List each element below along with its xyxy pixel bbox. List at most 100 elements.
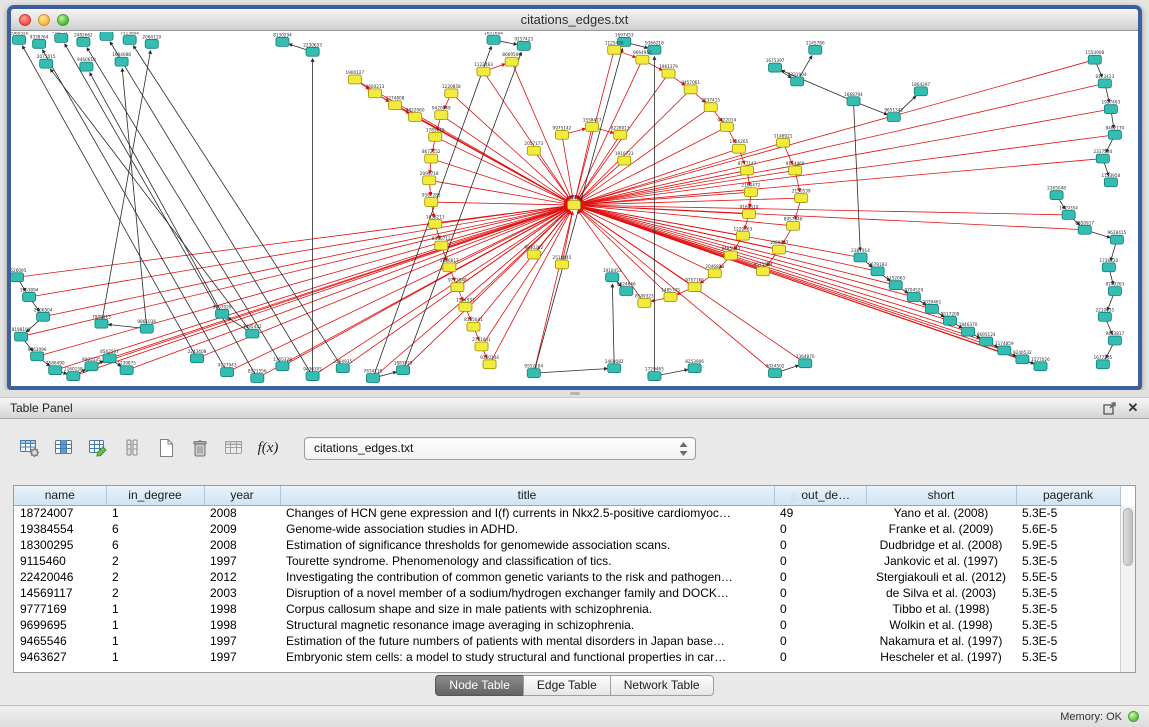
close-window-button[interactable] [19,14,31,26]
network-node[interactable] [348,75,361,84]
table-row[interactable]: 977716911998Corpus callosum shape and si… [14,601,1120,617]
table-vertical-scrollbar[interactable] [1120,506,1135,672]
cell-name[interactable]: 9699695 [14,617,106,633]
network-node[interactable] [708,269,721,278]
network-node[interactable] [505,57,518,66]
cell-title[interactable]: Estimation of the future numbers of pati… [280,633,774,649]
network-node[interactable] [1110,235,1123,244]
cell-out_de[interactable]: 0 [774,633,866,649]
network-node[interactable] [409,113,422,122]
network-node[interactable] [15,332,28,341]
network-node[interactable] [688,283,701,292]
tab-node-table[interactable]: Node Table [435,675,524,696]
network-node[interactable] [366,374,379,383]
network-node[interactable] [1108,287,1121,296]
network-canvas[interactable]: 2060550933876410574042482662810839075136… [11,32,1138,386]
network-node[interactable] [527,250,540,259]
cell-short[interactable]: Franke et al. (2009) [866,521,1016,537]
cell-title[interactable]: Structural magnetic resonance image aver… [280,617,774,633]
network-node[interactable] [80,62,93,71]
window-titlebar[interactable]: citations_edges.txt [11,9,1138,31]
network-node[interactable] [120,366,133,375]
cell-short[interactable]: Wolkin et al. (1998) [866,617,1016,633]
cell-out_de[interactable]: 0 [774,521,866,537]
float-panel-icon[interactable] [1101,400,1117,416]
network-node[interactable] [435,241,448,250]
network-node[interactable] [55,33,68,42]
cell-pagerank[interactable]: 5.3E-5 [1016,649,1120,665]
network-node[interactable] [246,329,259,338]
network-node[interactable] [787,221,800,230]
tab-network-table[interactable]: Network Table [610,675,714,696]
network-node[interactable] [423,176,436,185]
cell-in_degree[interactable]: 1 [106,649,204,665]
network-node[interactable] [586,122,599,131]
cell-short[interactable]: Yano et al. (2008) [866,505,1016,521]
network-node[interactable] [451,283,464,292]
column-header-out_de[interactable]: △out_de… [774,486,866,505]
cell-title[interactable]: Tourette syndrome. Phenomenology and cla… [280,553,774,569]
cell-out_de[interactable]: 0 [774,601,866,617]
network-node[interactable] [100,32,113,40]
delete-table-icon[interactable] [186,435,214,461]
cell-pagerank[interactable]: 5.3E-5 [1016,617,1120,633]
network-node[interactable] [887,113,900,122]
network-node[interactable] [1062,210,1075,219]
network-node[interactable] [847,97,860,106]
cell-year[interactable]: 2009 [204,521,280,537]
new-table-icon[interactable] [152,435,180,461]
network-node[interactable] [907,293,920,302]
network-node[interactable] [477,67,490,76]
table-row[interactable]: 2242004622012Investigating the contribut… [14,569,1120,585]
network-node[interactable] [517,41,530,50]
network-node[interactable] [740,166,753,175]
cell-year[interactable]: 1998 [204,617,280,633]
cell-name[interactable]: 9463627 [14,649,106,665]
network-node[interactable] [467,322,480,331]
network-node[interactable] [555,260,568,269]
cell-in_degree[interactable]: 1 [106,505,204,521]
network-node[interactable] [1034,362,1047,371]
network-node[interactable] [33,39,46,48]
network-node[interactable] [425,198,438,207]
network-node[interactable] [445,89,458,98]
network-node[interactable] [769,63,782,72]
cell-out_de[interactable]: 0 [774,553,866,569]
network-node[interactable] [429,219,442,228]
network-node[interactable] [662,69,675,78]
network-node[interactable] [67,372,80,381]
network-node[interactable] [769,369,782,378]
network-node[interactable] [799,359,812,368]
cell-year[interactable]: 2008 [204,537,280,553]
network-node[interactable] [795,194,808,203]
network-node[interactable] [1088,55,1101,64]
column-header-pagerank[interactable]: pagerank [1016,486,1120,505]
network-node[interactable] [40,59,53,68]
network-node[interactable] [1104,178,1117,187]
network-node[interactable] [791,77,804,86]
network-hub-node[interactable] [567,201,580,210]
network-node[interactable] [962,327,975,336]
cell-year[interactable]: 1997 [204,633,280,649]
cell-out_de[interactable]: 0 [774,585,866,601]
cell-short[interactable]: Tibbo et al. (1998) [866,601,1016,617]
network-node[interactable] [777,138,790,147]
network-node[interactable] [704,103,717,112]
cell-out_de[interactable]: 0 [774,617,866,633]
cell-short[interactable]: de Silva et al. (2003) [866,585,1016,601]
network-node[interactable] [854,253,867,262]
network-node[interactable] [998,346,1011,355]
zoom-window-button[interactable] [57,14,69,26]
table-row[interactable]: 1456911722003Disruption of a novel membe… [14,585,1120,601]
network-node[interactable] [221,368,234,377]
network-node[interactable] [389,101,402,110]
edit-table-icon[interactable] [84,435,112,461]
network-node[interactable] [23,293,36,302]
cell-out_de[interactable]: 0 [774,537,866,553]
network-node[interactable] [1098,312,1111,321]
network-node[interactable] [1078,225,1091,234]
cell-in_degree[interactable]: 2 [106,569,204,585]
splitter-handle-icon[interactable] [570,392,580,395]
network-node[interactable] [276,37,289,46]
network-node[interactable] [756,267,769,276]
